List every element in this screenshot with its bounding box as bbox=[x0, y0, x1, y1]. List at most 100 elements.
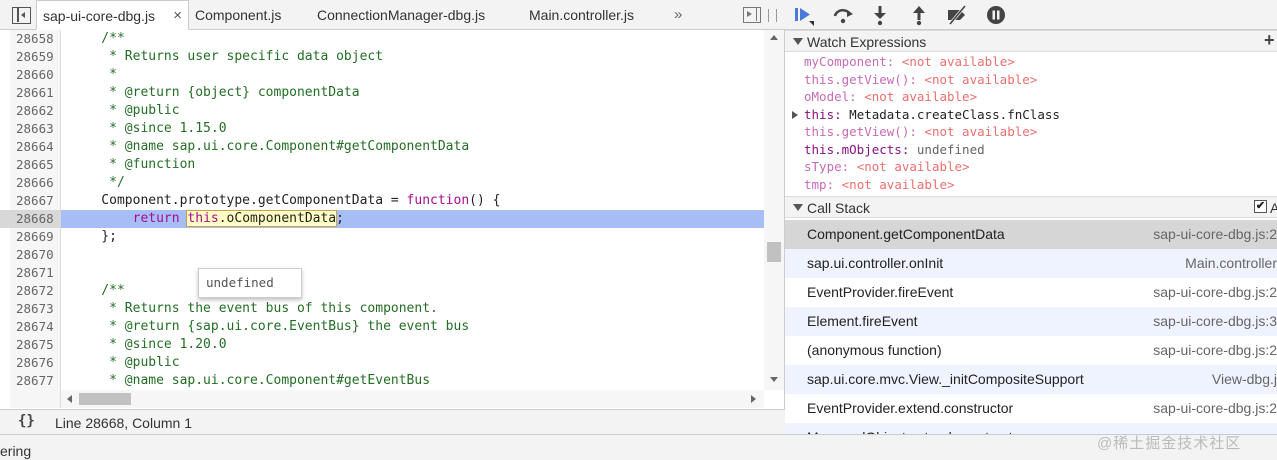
scroll-left-arrow-icon[interactable] bbox=[67, 395, 72, 403]
watch-separator: : bbox=[826, 176, 842, 192]
watch-expression-item[interactable]: this.mObjects: undefined bbox=[804, 141, 985, 159]
current-execution-line[interactable]: 28668 return this.oComponentData; bbox=[0, 210, 764, 228]
code-line[interactable]: 28676 * @public bbox=[0, 354, 764, 372]
line-number[interactable]: 28659 bbox=[16, 48, 58, 66]
line-number[interactable]: 28673 bbox=[16, 300, 58, 318]
line-number[interactable]: 28669 bbox=[16, 228, 58, 246]
code-line[interactable]: 28666 */ bbox=[0, 174, 764, 192]
code-line[interactable]: 28665 * @function bbox=[0, 156, 764, 174]
call-frame-location[interactable]: sap-ui-core-dbg.js:3 bbox=[1025, 307, 1277, 336]
watch-expression-item[interactable]: sType: <not available> bbox=[804, 158, 970, 176]
line-number[interactable]: 28674 bbox=[16, 318, 58, 336]
code-line[interactable]: 28674 * @return {sap.ui.core.EventBus} t… bbox=[0, 318, 764, 336]
call-frame-location[interactable]: sap-ui-core-dbg.js:2 bbox=[1025, 394, 1277, 423]
resize-grip-icon[interactable] bbox=[768, 9, 777, 22]
code-line[interactable]: 28660 * bbox=[0, 66, 764, 84]
line-number[interactable]: 28665 bbox=[16, 156, 58, 174]
code-line[interactable]: 28659 * Returns user specific data objec… bbox=[0, 48, 764, 66]
code-line[interactable]: 28672 /** bbox=[0, 282, 764, 300]
code-line[interactable]: 28677 * @name sap.ui.core.Component#getE… bbox=[0, 372, 764, 390]
code-token: * @return {sap.ui.core.EventBus} the eve… bbox=[70, 319, 470, 334]
vertical-scroll-thumb[interactable] bbox=[767, 242, 781, 262]
line-number[interactable]: 28671 bbox=[16, 264, 58, 282]
watch-expressions-header[interactable]: Watch Expressions + bbox=[785, 30, 1277, 52]
watch-separator: : bbox=[901, 141, 917, 157]
tab-main-controller[interactable]: Main.controller.js bbox=[529, 0, 634, 30]
call-frame-location[interactable]: View-dbg.j bbox=[1025, 365, 1277, 394]
code-line[interactable]: 28661 * @return {object} componentData bbox=[0, 84, 764, 102]
line-number[interactable]: 28677 bbox=[16, 372, 58, 390]
watch-expression-item[interactable]: tmp: <not available> bbox=[804, 176, 955, 194]
close-tab-icon[interactable]: × bbox=[173, 1, 182, 31]
line-number[interactable]: 28661 bbox=[16, 84, 58, 102]
scroll-up-arrow-icon[interactable] bbox=[770, 35, 778, 40]
call-frame-location[interactable]: sap-ui-core-dbg.js:2 bbox=[1025, 336, 1277, 365]
line-number[interactable]: 28668 bbox=[0, 210, 61, 228]
watch-expression-item[interactable]: this.getView(): <not available> bbox=[804, 71, 1037, 89]
code-line[interactable]: 28663 * @since 1.15.0 bbox=[0, 120, 764, 138]
call-frame[interactable]: (anonymous function) sap-ui-core-dbg.js:2 bbox=[785, 336, 1277, 365]
call-frame[interactable]: EventProvider.extend.constructor sap-ui-c… bbox=[785, 394, 1277, 423]
call-frame-location[interactable]: sap-ui-core-dbg.js:2 bbox=[1025, 220, 1277, 249]
tab-connection-manager[interactable]: ConnectionManager-dbg.js bbox=[317, 0, 485, 30]
toggle-navigator-icon[interactable] bbox=[12, 7, 31, 24]
call-frame-selected[interactable]: Component.getComponentData sap-ui-core-db… bbox=[785, 220, 1277, 249]
more-tabs-chevron-icon[interactable]: » bbox=[674, 0, 682, 30]
line-number[interactable]: 28662 bbox=[16, 102, 58, 120]
tab-sap-ui-core-dbg[interactable]: sap-ui-core-dbg.js × bbox=[36, 0, 189, 30]
toggle-debugger-sidebar-icon[interactable] bbox=[743, 7, 761, 23]
line-number[interactable]: 28670 bbox=[16, 246, 58, 264]
call-frame-location[interactable]: Main.controller bbox=[1025, 249, 1277, 278]
line-number[interactable]: 28664 bbox=[16, 138, 58, 156]
code-editor[interactable]: 28658 /** 28659 * Returns user specific d… bbox=[0, 30, 764, 390]
watch-expression-value: undefined bbox=[916, 141, 985, 157]
code-line[interactable]: 28667 Component.prototype.getComponentDa… bbox=[0, 192, 764, 210]
watch-expression-item[interactable]: this: Metadata.createClass.fnClass bbox=[792, 106, 1060, 124]
step-into-button[interactable] bbox=[868, 3, 892, 27]
resume-button[interactable] bbox=[791, 3, 815, 27]
pause-on-exceptions-button[interactable] bbox=[984, 3, 1008, 27]
code-line[interactable]: 28671 bbox=[0, 264, 764, 282]
line-number[interactable]: 28667 bbox=[16, 192, 58, 210]
deactivate-breakpoints-button[interactable] bbox=[945, 3, 969, 27]
step-over-button[interactable] bbox=[831, 3, 855, 27]
hovered-expression[interactable]: this.oComponentData bbox=[186, 210, 338, 227]
line-number[interactable]: 28675 bbox=[16, 336, 58, 354]
line-number[interactable]: 28658 bbox=[16, 30, 58, 48]
code-line[interactable]: 28673 * Returns the event bus of this co… bbox=[0, 300, 764, 318]
add-watch-expression-button[interactable]: + bbox=[1264, 30, 1275, 51]
call-frame[interactable]: sap.ui.core.mvc.View._initCompositeSuppo… bbox=[785, 365, 1277, 394]
code-line[interactable]: 28658 /** bbox=[0, 30, 764, 48]
code-line[interactable]: 28669 }; bbox=[0, 228, 764, 246]
call-frame[interactable]: Element.fireEvent sap-ui-core-dbg.js:3 bbox=[785, 307, 1277, 336]
code-line[interactable]: 28670 bbox=[0, 246, 764, 264]
code-line[interactable]: 28662 * @public bbox=[0, 102, 764, 120]
horizontal-scroll-thumb[interactable] bbox=[79, 393, 131, 405]
expand-triangle-icon[interactable] bbox=[792, 110, 798, 119]
line-number[interactable]: 28660 bbox=[16, 66, 58, 84]
step-out-button[interactable] bbox=[907, 3, 931, 27]
call-stack-header[interactable]: Call Stack ✔ A bbox=[785, 196, 1277, 218]
scroll-down-arrow-icon[interactable] bbox=[770, 377, 778, 382]
scroll-right-arrow-icon[interactable] bbox=[751, 395, 756, 403]
code-line[interactable]: 28664 * @name sap.ui.core.Component#getC… bbox=[0, 138, 764, 156]
tab-component-js[interactable]: Component.js bbox=[195, 0, 281, 30]
call-frame[interactable]: EventProvider.fireEvent sap-ui-core-dbg.j… bbox=[785, 278, 1277, 307]
line-number[interactable]: 28663 bbox=[16, 120, 58, 138]
line-code: /** bbox=[70, 282, 125, 300]
call-frame-location[interactable]: sap-ui-core-dbg.js:2 bbox=[1025, 278, 1277, 307]
code-token: }; bbox=[70, 229, 117, 244]
call-frame[interactable]: sap.ui.controller.onInit Main.controller bbox=[785, 249, 1277, 278]
async-checkbox[interactable]: ✔ bbox=[1254, 200, 1267, 213]
pretty-print-button[interactable]: {} bbox=[18, 413, 35, 429]
vertical-scrollbar[interactable] bbox=[764, 30, 784, 390]
watch-expressions-title: Watch Expressions bbox=[807, 34, 927, 50]
watch-expression-item[interactable]: oModel: <not available> bbox=[804, 88, 977, 106]
line-number[interactable]: 28672 bbox=[16, 282, 58, 300]
line-number[interactable]: 28666 bbox=[16, 174, 58, 192]
watch-expression-item[interactable]: myComponent: <not available> bbox=[804, 53, 1015, 71]
horizontal-scrollbar[interactable] bbox=[61, 390, 764, 408]
watch-expression-item[interactable]: this.getView(): <not available> bbox=[804, 123, 1037, 141]
line-number[interactable]: 28676 bbox=[16, 354, 58, 372]
code-line[interactable]: 28675 * @since 1.20.0 bbox=[0, 336, 764, 354]
